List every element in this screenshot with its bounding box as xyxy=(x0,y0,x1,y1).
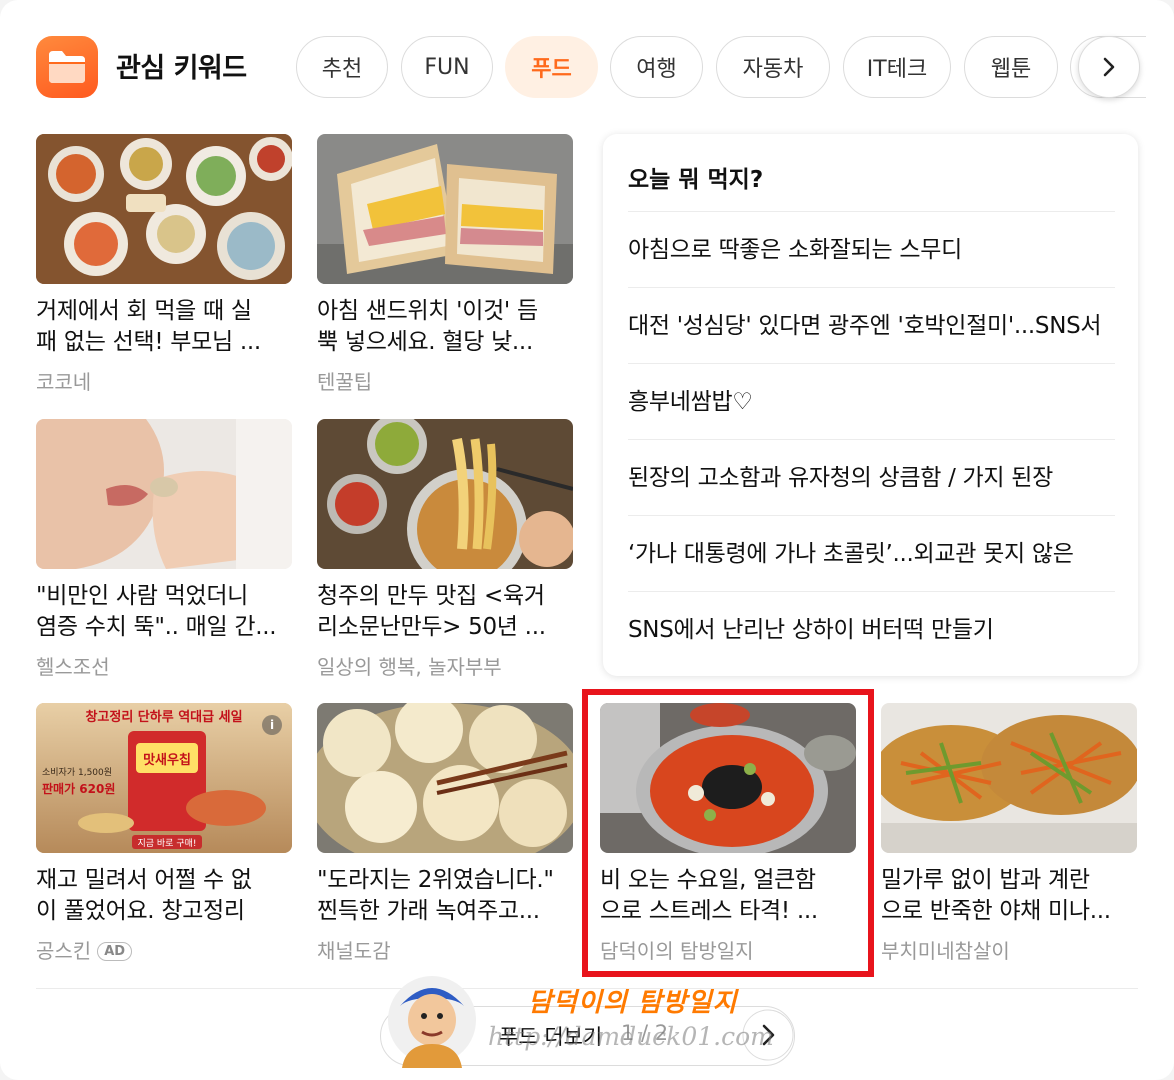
keyword-card: 관심 키워드 추천 FUN 푸드 여행 자동차 IT테크 웹툰 거제에서 회 먹… xyxy=(0,0,1174,1080)
tab-recommend[interactable]: 추천 xyxy=(296,36,388,98)
article-source: 텐꿀팁 xyxy=(317,370,373,394)
article-title-line[interactable]: 패 없는 선택! 부모님 ... xyxy=(36,327,292,358)
article-card[interactable]: "도라지는 2위였습니다." 찐득한 가래 녹여주고... 채널도감 xyxy=(317,703,573,963)
ad-card[interactable]: 창고정리 단하루 역대급 세일 맛새우칩 소비자가 1,500원 판매가 620… xyxy=(36,703,292,963)
article-card[interactable]: "비만인 사람 먹었더니 염증 수치 뚝".. 매일 간... 헬스조선 xyxy=(36,419,292,679)
article-title-line[interactable]: 밀가루 없이 밥과 계란 xyxy=(881,865,1137,896)
article-title-line[interactable]: 아침 샌드위치 '이것' 듬 xyxy=(317,296,573,327)
folder-icon xyxy=(36,36,98,98)
article-source: 부치미네참살이 xyxy=(881,939,1010,963)
article-source: 채널도감 xyxy=(317,939,391,963)
highlight-box xyxy=(582,689,874,977)
today-menu-panel: 오늘 뭐 먹지? 아침으로 딱좋은 소화잘되는 스무디 대전 '성심당' 있다면… xyxy=(603,134,1138,676)
article-source: 코코네 xyxy=(36,370,92,394)
tab-travel[interactable]: 여행 xyxy=(610,36,703,98)
article-title[interactable]: "비만인 사람 먹었더니 염증 수치 뚝".. 매일 간... xyxy=(36,581,292,643)
panel-item[interactable]: ‘가나 대통령에 가나 초콜릿’...외교관 못지 않은 xyxy=(628,515,1115,591)
article-thumbnail[interactable] xyxy=(36,134,292,284)
ad-badge: AD xyxy=(97,942,133,961)
tab-it-tech[interactable]: IT테크 xyxy=(843,36,951,98)
article-thumbnail[interactable] xyxy=(317,134,573,284)
panel-item[interactable]: 흥부네쌈밥♡ xyxy=(628,363,1115,439)
article-title[interactable]: "도라지는 2위였습니다." 찐득한 가래 녹여주고... xyxy=(317,865,573,927)
tab-car[interactable]: 자동차 xyxy=(716,36,830,98)
article-title-line[interactable]: 염증 수치 뚝".. 매일 간... xyxy=(36,612,292,643)
ad-sale-price: 판매가 620원 xyxy=(42,781,115,796)
article-title-line[interactable]: 청주의 만두 맛집 <육거 xyxy=(317,581,573,612)
article-title[interactable]: 아침 샌드위치 '이것' 듬 뿍 넣으세요. 혈당 낮... xyxy=(317,296,573,358)
article-card[interactable]: 밀가루 없이 밥과 계란 으로 반죽한 야채 미나... 부치미네참살이 xyxy=(881,703,1137,963)
article-title-line[interactable]: 거제에서 회 먹을 때 실 xyxy=(36,296,292,327)
article-card[interactable]: 거제에서 회 먹을 때 실 패 없는 선택! 부모님 ... 코코네 xyxy=(36,134,292,394)
watermark-avatar-icon xyxy=(388,976,476,1068)
article-source: 헬스조선 xyxy=(36,655,110,679)
ad-brand-text: 맛새우칩 xyxy=(143,752,191,768)
article-title[interactable]: 청주의 만두 맛집 <육거 리소문난만두> 50년 ... xyxy=(317,581,573,643)
article-title-line[interactable]: 으로 반죽한 야채 미나... xyxy=(881,896,1137,927)
ad-list-price: 소비자가 1,500원 xyxy=(42,767,112,778)
article-thumbnail[interactable] xyxy=(881,703,1137,853)
tab-webtoon[interactable]: 웹툰 xyxy=(964,36,1058,98)
panel-item[interactable]: SNS에서 난리난 상하이 버터떡 만들기 xyxy=(628,591,1115,667)
tabs-next-button[interactable] xyxy=(1078,36,1140,98)
ad-info-icon[interactable]: i xyxy=(262,715,282,735)
article-card[interactable]: 청주의 만두 맛집 <육거 리소문난만두> 50년 ... 일상의 행복, 놀자… xyxy=(317,419,573,679)
article-title-line[interactable]: "도라지는 2위였습니다." xyxy=(317,865,573,896)
watermark-text: 담덕이의 탐방일지 xyxy=(528,988,738,1018)
article-title[interactable]: 밀가루 없이 밥과 계란 으로 반죽한 야채 미나... xyxy=(881,865,1137,927)
panel-title: 오늘 뭐 먹지? xyxy=(628,167,764,193)
article-card[interactable]: 아침 샌드위치 '이것' 듬 뿍 넣으세요. 혈당 낮... 텐꿀팁 xyxy=(317,134,573,394)
panel-item[interactable]: 대전 '성심당' 있다면 광주엔 '호박인절미'...SNS서 xyxy=(628,287,1115,363)
article-title-line[interactable]: 리소문난만두> 50년 ... xyxy=(317,612,573,643)
article-source: 공스킨 AD xyxy=(36,935,133,964)
panel-item[interactable]: 된장의 고소함과 유자청의 상큼함 / 가지 된장 xyxy=(628,439,1115,515)
ad-banner-text: 창고정리 단하루 역대급 세일 xyxy=(85,709,242,725)
article-title[interactable]: 재고 밀려서 어쩔 수 없 이 풀었어요. 창고정리 xyxy=(36,865,292,927)
keyword-title: 관심 키워드 xyxy=(116,53,247,84)
panel-item[interactable]: 아침으로 딱좋은 소화잘되는 스무디 xyxy=(628,211,1115,287)
watermark-url: http://damduck01.com xyxy=(488,1022,774,1051)
article-source: 일상의 행복, 놀자부부 xyxy=(317,655,502,679)
article-thumbnail[interactable] xyxy=(317,419,573,569)
tab-fun[interactable]: FUN xyxy=(401,36,493,98)
ad-thumbnail[interactable]: 창고정리 단하루 역대급 세일 맛새우칩 소비자가 1,500원 판매가 620… xyxy=(36,703,292,853)
ad-advertiser: 공스킨 xyxy=(36,939,92,963)
article-thumbnail[interactable] xyxy=(317,703,573,853)
article-thumbnail[interactable] xyxy=(36,419,292,569)
chevron-right-icon xyxy=(1103,57,1115,77)
keyword-tabs: 추천 FUN 푸드 여행 자동차 IT테크 웹툰 xyxy=(296,36,1146,98)
article-title-line[interactable]: 찐득한 가래 녹여주고... xyxy=(317,896,573,927)
article-title-line[interactable]: "비만인 사람 먹었더니 xyxy=(36,581,292,612)
article-title-line[interactable]: 뿍 넣으세요. 혈당 낮... xyxy=(317,327,573,358)
article-title-line[interactable]: 이 풀었어요. 창고정리 xyxy=(36,896,292,927)
article-title[interactable]: 거제에서 회 먹을 때 실 패 없는 선택! 부모님 ... xyxy=(36,296,292,358)
ad-cta-text: 지금 바로 구매! xyxy=(137,838,196,849)
tab-food[interactable]: 푸드 xyxy=(505,36,598,98)
article-title-line[interactable]: 재고 밀려서 어쩔 수 없 xyxy=(36,865,292,896)
